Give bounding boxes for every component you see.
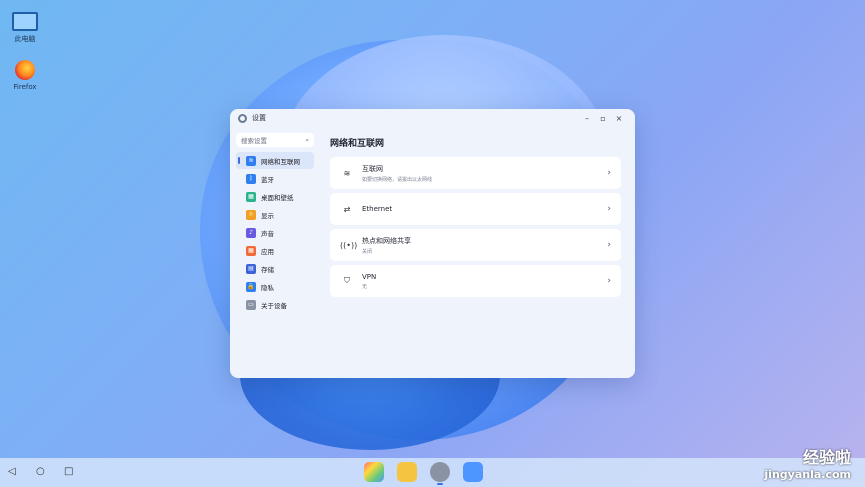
app-launcher-icon[interactable]: [364, 462, 384, 482]
home-button[interactable]: ○: [36, 466, 45, 477]
about-icon: ▭: [246, 299, 256, 310]
sidebar-item-label: 显示: [261, 211, 274, 220]
search-placeholder: 搜索设置: [241, 137, 267, 145]
sidebar-item-label: 网络和互联网: [261, 157, 300, 166]
window-title: 设置: [252, 114, 266, 122]
sidebar-item[interactable]: ▤ 存储: [236, 260, 314, 277]
card-subtitle: 如要切换网络，请拔出以太网线: [362, 176, 433, 183]
sidebar-item-label: 隐私: [261, 283, 274, 292]
card-title: Ethernet: [362, 205, 393, 213]
card-title: 热点和网络共享: [362, 236, 411, 245]
settings-card[interactable]: ⇄ Ethernet ›: [330, 193, 621, 225]
storage-icon: ▤: [246, 263, 256, 274]
settings-window: 设置 – ▫ × 搜索设置 ⌕ ≋ 网络和互联网 ᛒ 蓝牙 ▦ 桌面和壁纸 ☼ 显示 ♪ 声音 ▦ 应…: [230, 109, 635, 378]
desktop-icon-this-pc[interactable]: 此电脑: [0, 12, 55, 44]
close-button[interactable]: ×: [611, 114, 627, 123]
settings-card[interactable]: ≋ 互联网如要切换网络，请拔出以太网线 ›: [330, 157, 621, 189]
sidebar-item-label: 应用: [261, 247, 274, 256]
card-subtitle: 无: [362, 283, 368, 290]
wifi-icon: ≋: [343, 168, 351, 178]
firefox-icon: [15, 60, 35, 80]
sidebar-item-label: 声音: [261, 229, 274, 238]
sidebar-item[interactable]: ▦ 桌面和壁纸: [236, 188, 314, 205]
card-title: 互联网: [362, 164, 383, 173]
sidebar-item-label: 存储: [261, 265, 274, 274]
sidebar-item-label: 蓝牙: [261, 175, 274, 184]
desktop-icon-firefox[interactable]: Firefox: [0, 60, 55, 91]
apps-icon: ▦: [246, 245, 256, 256]
sidebar-item[interactable]: ▦ 应用: [236, 242, 314, 259]
sidebar-item[interactable]: 🔒 隐私: [236, 278, 314, 295]
desktop-icon-label: 此电脑: [14, 35, 36, 43]
desktop-icon-label: Firefox: [13, 83, 37, 91]
wifi-icon: ≋: [246, 155, 256, 166]
page-title: 网络和互联网: [330, 139, 385, 149]
notes-app-icon[interactable]: [463, 462, 483, 482]
chevron-right-icon: ›: [607, 240, 611, 250]
sidebar-item[interactable]: ☼ 显示: [236, 206, 314, 223]
search-icon[interactable]: ⌕: [305, 136, 309, 145]
recents-button[interactable]: □: [64, 466, 73, 477]
vpn-shield-icon: ⛉: [344, 276, 350, 285]
chevron-right-icon: ›: [607, 276, 611, 286]
sidebar-item[interactable]: ≋ 网络和互联网: [236, 152, 314, 169]
settings-card[interactable]: ⛉ VPN 无 ›: [330, 265, 621, 297]
sidebar-item[interactable]: ▭ 关于设备: [236, 296, 314, 313]
maximize-button[interactable]: ▫: [595, 114, 611, 123]
chevron-right-icon: ›: [607, 204, 611, 214]
chevron-right-icon: ›: [607, 168, 611, 178]
sidebar: 搜索设置 ⌕ ≋ 网络和互联网 ᛒ 蓝牙 ▦ 桌面和壁纸 ☼ 显示 ♪ 声音 ▦ 应用 ▤ 存储 🔒 隐私 ▭ 关…: [236, 133, 314, 314]
privacy-icon: 🔒: [246, 281, 256, 292]
settings-card[interactable]: ((•)) 热点和网络共享 关闭 ›: [330, 229, 621, 261]
main-panel: 网络和互联网 ≋ 互联网 如要切换网络，请拔出以太网线 › ⇄ Ethernet › ((•)…: [330, 136, 621, 301]
watermark: 经验啦 jingyanla.com: [764, 444, 851, 481]
active-indicator: [437, 483, 443, 485]
bluetooth-icon: ᛒ: [246, 173, 256, 184]
sidebar-item[interactable]: ᛒ 蓝牙: [236, 170, 314, 187]
minimize-button[interactable]: –: [579, 114, 595, 123]
back-button[interactable]: ◁: [8, 466, 16, 477]
taskbar: ◁ ○ □: [0, 458, 865, 487]
file-manager-icon[interactable]: [397, 462, 417, 482]
sound-icon: ♪: [246, 227, 256, 238]
card-title: VPN: [362, 272, 377, 281]
display-icon: ☼: [246, 209, 256, 220]
title-bar[interactable]: 设置 – ▫ ×: [230, 109, 635, 127]
monitor-icon: [12, 12, 38, 31]
watermark-url: jingyanla.com: [764, 468, 851, 481]
sidebar-item[interactable]: ♪ 声音: [236, 224, 314, 241]
card-subtitle: 关闭: [362, 248, 373, 255]
settings-app-icon[interactable]: [430, 462, 450, 482]
settings-gear-icon: [238, 113, 247, 123]
watermark-title: 经验啦: [802, 448, 851, 467]
ethernet-icon: ⇄: [343, 204, 351, 214]
sidebar-item-label: 关于设备: [261, 301, 287, 310]
hotspot-icon: ((•)): [340, 240, 358, 250]
search-input[interactable]: 搜索设置 ⌕: [236, 133, 314, 147]
sidebar-item-label: 桌面和壁纸: [261, 193, 294, 202]
wallpaper-icon: ▦: [246, 191, 256, 202]
